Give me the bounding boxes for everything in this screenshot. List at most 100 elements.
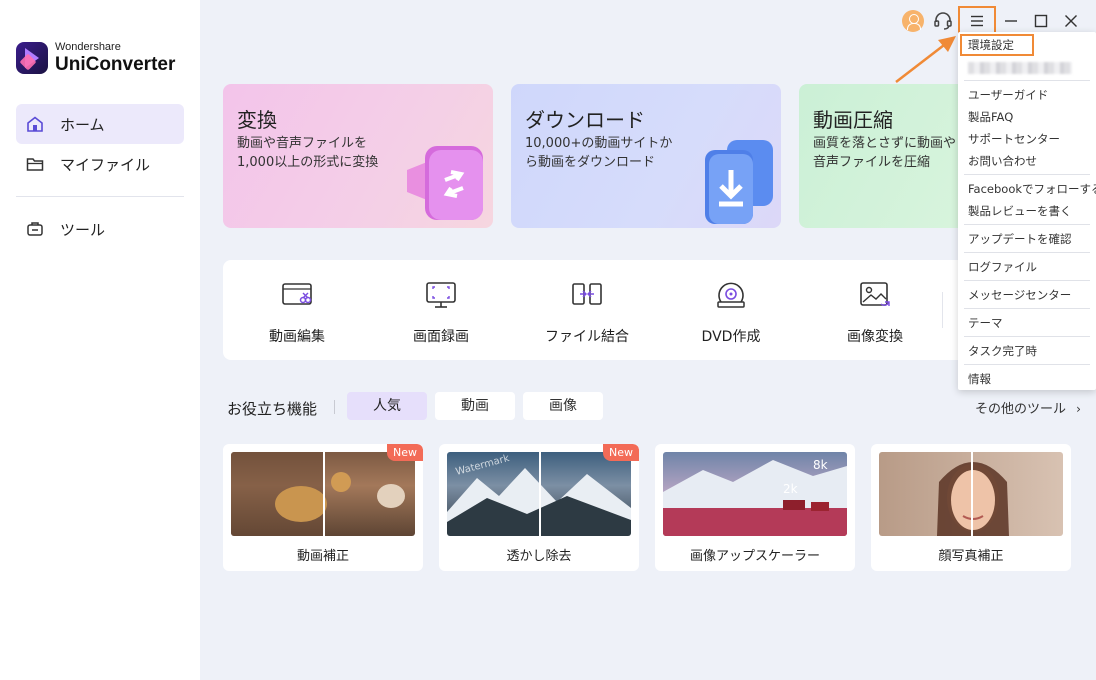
menu-separator xyxy=(964,224,1090,225)
menu-separator xyxy=(964,280,1090,281)
sidebar-divider xyxy=(16,196,184,197)
feature-card-video-enhance[interactable]: New 動画補正 xyxy=(223,444,423,571)
menu-icon xyxy=(971,15,983,27)
download-icon xyxy=(705,140,773,224)
tool-label: 画像変換 xyxy=(847,329,903,345)
minimize-button[interactable] xyxy=(996,8,1026,34)
minimize-icon xyxy=(1005,20,1017,22)
headset-icon xyxy=(934,12,952,30)
upscaler-thumbnail: 8k 2k xyxy=(663,452,847,536)
tool-dvd[interactable]: DVD作成 xyxy=(657,260,805,360)
tab-popular[interactable]: 人気 xyxy=(347,392,427,420)
menu-separator xyxy=(964,308,1090,309)
compress-card[interactable]: 動画圧縮 画質を落とさずに動画や音声ファイルを圧縮 xyxy=(799,84,969,228)
menu-item-contact[interactable]: お問い合わせ xyxy=(968,153,1037,169)
watermark-thumbnail: Watermark xyxy=(447,452,631,536)
close-icon xyxy=(1065,15,1077,27)
tab-image[interactable]: 画像 xyxy=(523,392,603,420)
toolbox-icon xyxy=(26,221,44,237)
chevron-right-icon: › xyxy=(1076,402,1081,416)
card-description: 動画や音声ファイルを1,000以上の形式に変換 xyxy=(237,136,379,170)
tools-panel: 動画編集 画面録画 ファイル結合 DVD作成 画像変換 xyxy=(223,260,983,360)
upscale-2k-label: 2k xyxy=(783,482,798,496)
sidebar: Wondershare UniConverter ホーム マイファイル ツール xyxy=(0,0,200,680)
menu-item-write-review[interactable]: 製品レビューを書く xyxy=(968,203,1072,219)
menu-separator xyxy=(964,364,1090,365)
menu-item-on-task-complete[interactable]: タスク完了時 xyxy=(968,343,1037,359)
card-description: 10,000+の動画サイトから動画をダウンロード xyxy=(525,136,673,170)
compare-split-line xyxy=(971,452,973,536)
folder-icon xyxy=(26,156,44,172)
menu-item-user-guide[interactable]: ユーザーガイド xyxy=(968,87,1048,103)
features-separator xyxy=(334,400,335,414)
menu-separator xyxy=(964,336,1090,337)
menu-item-support-center[interactable]: サポートセンター xyxy=(968,131,1060,147)
menu-item-message-center[interactable]: メッセージセンター xyxy=(968,287,1071,303)
sidebar-item-label: ホーム xyxy=(60,115,105,134)
uniconverter-logo-icon xyxy=(16,42,48,74)
tool-video-edit[interactable]: 動画編集 xyxy=(223,260,371,360)
tab-video[interactable]: 動画 xyxy=(435,392,515,420)
feature-label: 顔写真補正 xyxy=(938,549,1004,564)
tool-screen-record[interactable]: 画面録画 xyxy=(367,260,515,360)
compare-split-line xyxy=(539,452,541,536)
brand-name: UniConverter xyxy=(55,54,176,75)
user-icon xyxy=(902,10,924,32)
face-enhance-thumbnail xyxy=(879,452,1063,536)
upscale-8k-label: 8k xyxy=(813,458,828,472)
feature-card-watermark-remover[interactable]: Watermark New 透かし除去 xyxy=(439,444,639,571)
sidebar-item-home[interactable]: ホーム xyxy=(16,104,184,144)
menu-item-about[interactable]: 情報 xyxy=(968,371,991,387)
more-tools-link[interactable]: その他のツール › xyxy=(975,398,1081,417)
feature-label: 画像アップスケーラー xyxy=(689,549,820,564)
menu-item-facebook[interactable]: Facebookでフォローする xyxy=(968,181,1096,197)
sidebar-item-label: マイファイル xyxy=(60,155,151,174)
new-badge: New xyxy=(387,444,423,461)
convert-card[interactable]: 変換 動画や音声ファイルを1,000以上の形式に変換 xyxy=(223,84,493,228)
close-button[interactable] xyxy=(1056,8,1086,34)
image-convert-icon xyxy=(860,282,890,306)
compare-split-line xyxy=(323,452,325,536)
brand-top: Wondershare xyxy=(55,41,121,53)
new-badge: New xyxy=(603,444,639,461)
features-heading: お役立ち機能 xyxy=(227,400,318,418)
feature-card-image-upscaler[interactable]: 8k 2k 画像アップスケーラー xyxy=(655,444,855,571)
screen-record-icon xyxy=(426,282,456,308)
app-logo: Wondershare UniConverter xyxy=(16,42,175,74)
annotation-arrow-icon xyxy=(895,36,956,83)
feature-label: 動画補正 xyxy=(296,549,349,564)
blurred-account-email xyxy=(968,62,1072,74)
menu-item-preferences[interactable]: 環境設定 xyxy=(968,37,1014,53)
tool-image-convert[interactable]: 画像変換 xyxy=(801,260,949,360)
video-edit-icon xyxy=(282,283,312,305)
menu-separator xyxy=(964,174,1090,175)
main-menu-dropdown: 環境設定 ユーザーガイド 製品FAQ サポートセンター お問い合わせ Faceb… xyxy=(958,32,1096,390)
tool-label: 画面録画 xyxy=(413,329,469,345)
maximize-icon xyxy=(1034,14,1048,28)
feature-label: 透かし除去 xyxy=(506,549,572,564)
menu-item-log-file[interactable]: ログファイル xyxy=(968,259,1037,275)
merge-icon xyxy=(572,283,602,305)
menu-item-check-update[interactable]: アップデートを確認 xyxy=(968,231,1072,247)
card-title: 変換 xyxy=(237,108,277,132)
dvd-icon xyxy=(717,282,745,308)
menu-item-faq[interactable]: 製品FAQ xyxy=(968,109,1013,125)
card-description: 画質を落とさずに動画や音声ファイルを圧縮 xyxy=(813,136,957,170)
tools-divider xyxy=(942,292,943,328)
menu-separator xyxy=(964,252,1090,253)
tool-label: 動画編集 xyxy=(269,329,325,345)
tool-label: DVD作成 xyxy=(701,329,761,345)
sidebar-item-my-files[interactable]: マイファイル xyxy=(16,144,184,184)
sidebar-item-label: ツール xyxy=(60,220,106,239)
menu-separator xyxy=(964,80,1090,81)
card-title: ダウンロード xyxy=(525,108,645,132)
download-card[interactable]: ダウンロード 10,000+の動画サイトから動画をダウンロード xyxy=(511,84,781,228)
tool-merge[interactable]: ファイル結合 xyxy=(513,260,661,360)
convert-icon xyxy=(407,146,483,220)
sidebar-item-tools[interactable]: ツール xyxy=(16,209,184,249)
maximize-button[interactable] xyxy=(1026,8,1056,34)
menu-item-theme[interactable]: テーマ xyxy=(968,315,1003,331)
feature-card-face-enhance[interactable]: 顔写真補正 xyxy=(871,444,1071,571)
video-enhance-thumbnail xyxy=(231,452,415,536)
tool-label: ファイル結合 xyxy=(545,329,629,345)
